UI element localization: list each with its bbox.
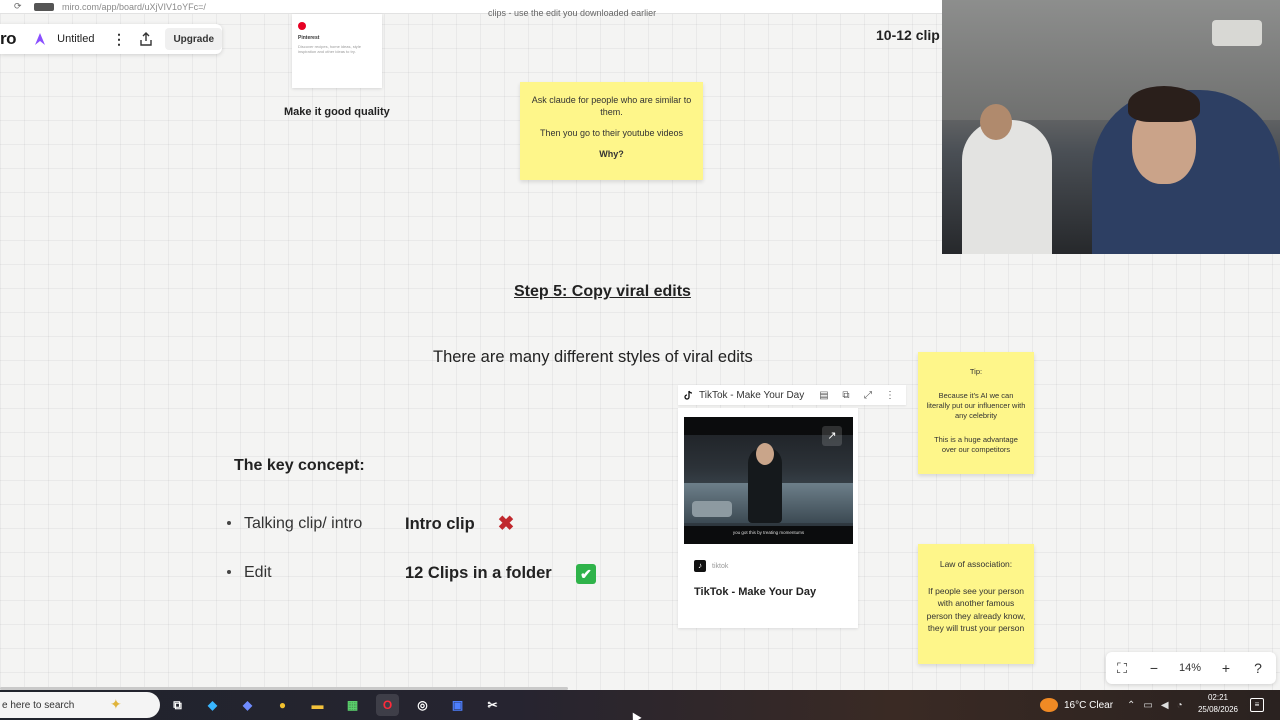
pinterest-link-card[interactable]: Pinterest Discover recipes, home ideas, … [292,14,382,88]
pinterest-icon [298,22,306,30]
fit-to-screen-icon[interactable]: ⛶ [1106,660,1138,677]
section-subtitle: There are many different styles of viral… [433,348,753,366]
sticky-text: If people see your person with another f… [926,585,1026,634]
source-name: tiktok [712,562,729,570]
miro-top-toolbar: ro Untitled ⋮ Upgrade [0,24,222,54]
webcam-person-back-head [980,104,1012,140]
file-explorer-icon[interactable]: ▬ [306,694,329,716]
teams-icon[interactable]: ◆ [236,694,259,716]
system-tray: 16°C Clear ⌃ ▭ ◀ ◔ [1040,690,1191,720]
board-name[interactable]: Untitled [57,33,106,45]
open-external-icon[interactable]: ⧉ [835,390,857,401]
taskbar-apps: ⧉ ◆ ◆ ● ▬ ▦ O ◎ ▣ ✂ [166,694,516,716]
board-icon [33,31,47,47]
tiktok-logo-icon: ♪ [694,560,706,572]
network-icon[interactable]: ◔ [1177,700,1183,711]
key-concept-heading: The key concept: [234,457,365,474]
site-icon [34,2,54,11]
bullet-dot [227,570,231,574]
taskbar-clock[interactable]: 02:21 25/08/2026 [1196,692,1240,716]
bullet-dot [227,521,231,525]
bullet-value: Intro clip [405,515,475,533]
more-options-icon[interactable]: ⋮ [879,390,901,401]
opera-icon[interactable]: O [376,694,399,716]
cross-mark-icon: ✖ [497,513,515,535]
clips-heading: 10-12 clip [876,27,940,43]
sticky-text: Law of association: [939,559,1013,569]
pinterest-title: Pinterest [298,35,320,41]
miro-logo[interactable]: ro [0,29,27,49]
show-hidden-icons[interactable]: ⌃ [1127,700,1135,711]
taskbar-search[interactable]: e here to search ✦ [0,692,160,718]
export-icon[interactable] [136,32,156,46]
copilot-sparkle-icon[interactable]: ✦ [110,696,122,713]
layout-icon[interactable]: ▤ [813,390,835,401]
editor-icon[interactable]: ▣ [446,694,469,716]
sticky-text: Because it's AI we can literally put our… [926,391,1026,420]
check-mark-icon: ✔ [576,564,596,584]
embed-title: TikTok - Make Your Day [699,389,805,401]
bullet-label: Edit [244,564,272,581]
zoom-out-button[interactable]: − [1138,660,1170,676]
chrome-icon[interactable]: ● [271,694,294,716]
webcam-person-back [962,120,1052,254]
sticky-note-association[interactable]: Law of association: If people see your p… [918,544,1034,664]
battery-icon[interactable]: ▭ [1143,700,1152,711]
clock-date: 25/08/2026 [1197,705,1239,714]
webcam-lamp [1212,20,1262,46]
letterbox-bottom [684,526,853,544]
sticky-text: Why? [599,149,624,159]
webcam-person-front-hair [1128,86,1200,122]
reload-icon[interactable]: ⟳ [14,1,28,12]
search-placeholder: e here to search [2,699,75,711]
copilot-icon[interactable]: ◆ [201,694,224,716]
more-menu-icon[interactable]: ⋮ [110,31,128,48]
help-icon[interactable]: ? [1242,660,1274,676]
embed-card-title[interactable]: TikTok - Make Your Day [694,586,816,598]
bullet-item: Edit [227,564,272,582]
video-thumbnail[interactable]: you got this by treating momentums ↗ [684,417,853,544]
capcut-icon[interactable]: ✂ [481,694,504,716]
store-icon[interactable]: ▦ [341,694,364,716]
tiktok-embed-card[interactable]: you got this by treating momentums ↗ ♪ t… [678,408,858,628]
volume-icon[interactable]: ◀ [1161,700,1169,711]
upgrade-button[interactable]: Upgrade [165,28,222,50]
bullet-label: Talking clip/ intro [244,515,363,532]
clock-time: 02:21 [1207,693,1229,702]
expand-icon[interactable]: ⤢ [857,390,879,401]
sticky-text: Ask claude for people who are similar to… [531,95,692,117]
zoom-controls: ⛶ − 14% + ? [1106,652,1276,684]
weather-text[interactable]: 16°C Clear [1064,700,1113,711]
bullet-value: 12 Clips in a folder [405,564,552,582]
section-title: Step 5: Copy viral edits [514,283,691,300]
zoom-in-button[interactable]: + [1210,660,1242,676]
thumb-head [756,443,774,465]
pinterest-description: Discover recipes, home ideas, style insp… [298,44,361,54]
thumb-boat [692,501,732,517]
embed-toolbar: TikTok - Make Your Day ▤ ⧉ ⤢ ⋮ [678,385,906,405]
browser-address-bar[interactable]: ⟳ miro.com/app/board/uXjVIV1oYFc=/ [0,0,942,14]
obs-icon[interactable]: ◎ [411,694,434,716]
cut-off-text: clips - use the edit you downloaded earl… [488,8,657,18]
url-text[interactable]: miro.com/app/board/uXjVIV1oYFc=/ [62,2,206,12]
webcam-overlay [942,0,1280,254]
video-caption: you got this by treating momentums [732,530,805,535]
sticky-text: This is a huge advantage over our compet… [934,435,1018,454]
zoom-level[interactable]: 14% [1170,662,1210,674]
sticky-note-claude[interactable]: Ask claude for people who are similar to… [520,82,703,180]
open-video-icon[interactable]: ↗ [822,426,842,446]
source-label: ♪ tiktok [694,560,728,572]
sticky-note-tip[interactable]: Tip: Because it's AI we can literally pu… [918,352,1034,474]
sticky-text: Then you go to their youtube videos [539,128,684,138]
weather-icon[interactable] [1040,698,1058,712]
bullet-item: Talking clip/ intro [227,515,362,533]
notification-icon[interactable]: ≡ [1250,698,1264,712]
quality-caption: Make it good quality [284,106,390,118]
sticky-text: Tip: [969,367,983,376]
tiktok-icon [684,390,694,400]
task-view-icon[interactable]: ⧉ [166,694,189,716]
